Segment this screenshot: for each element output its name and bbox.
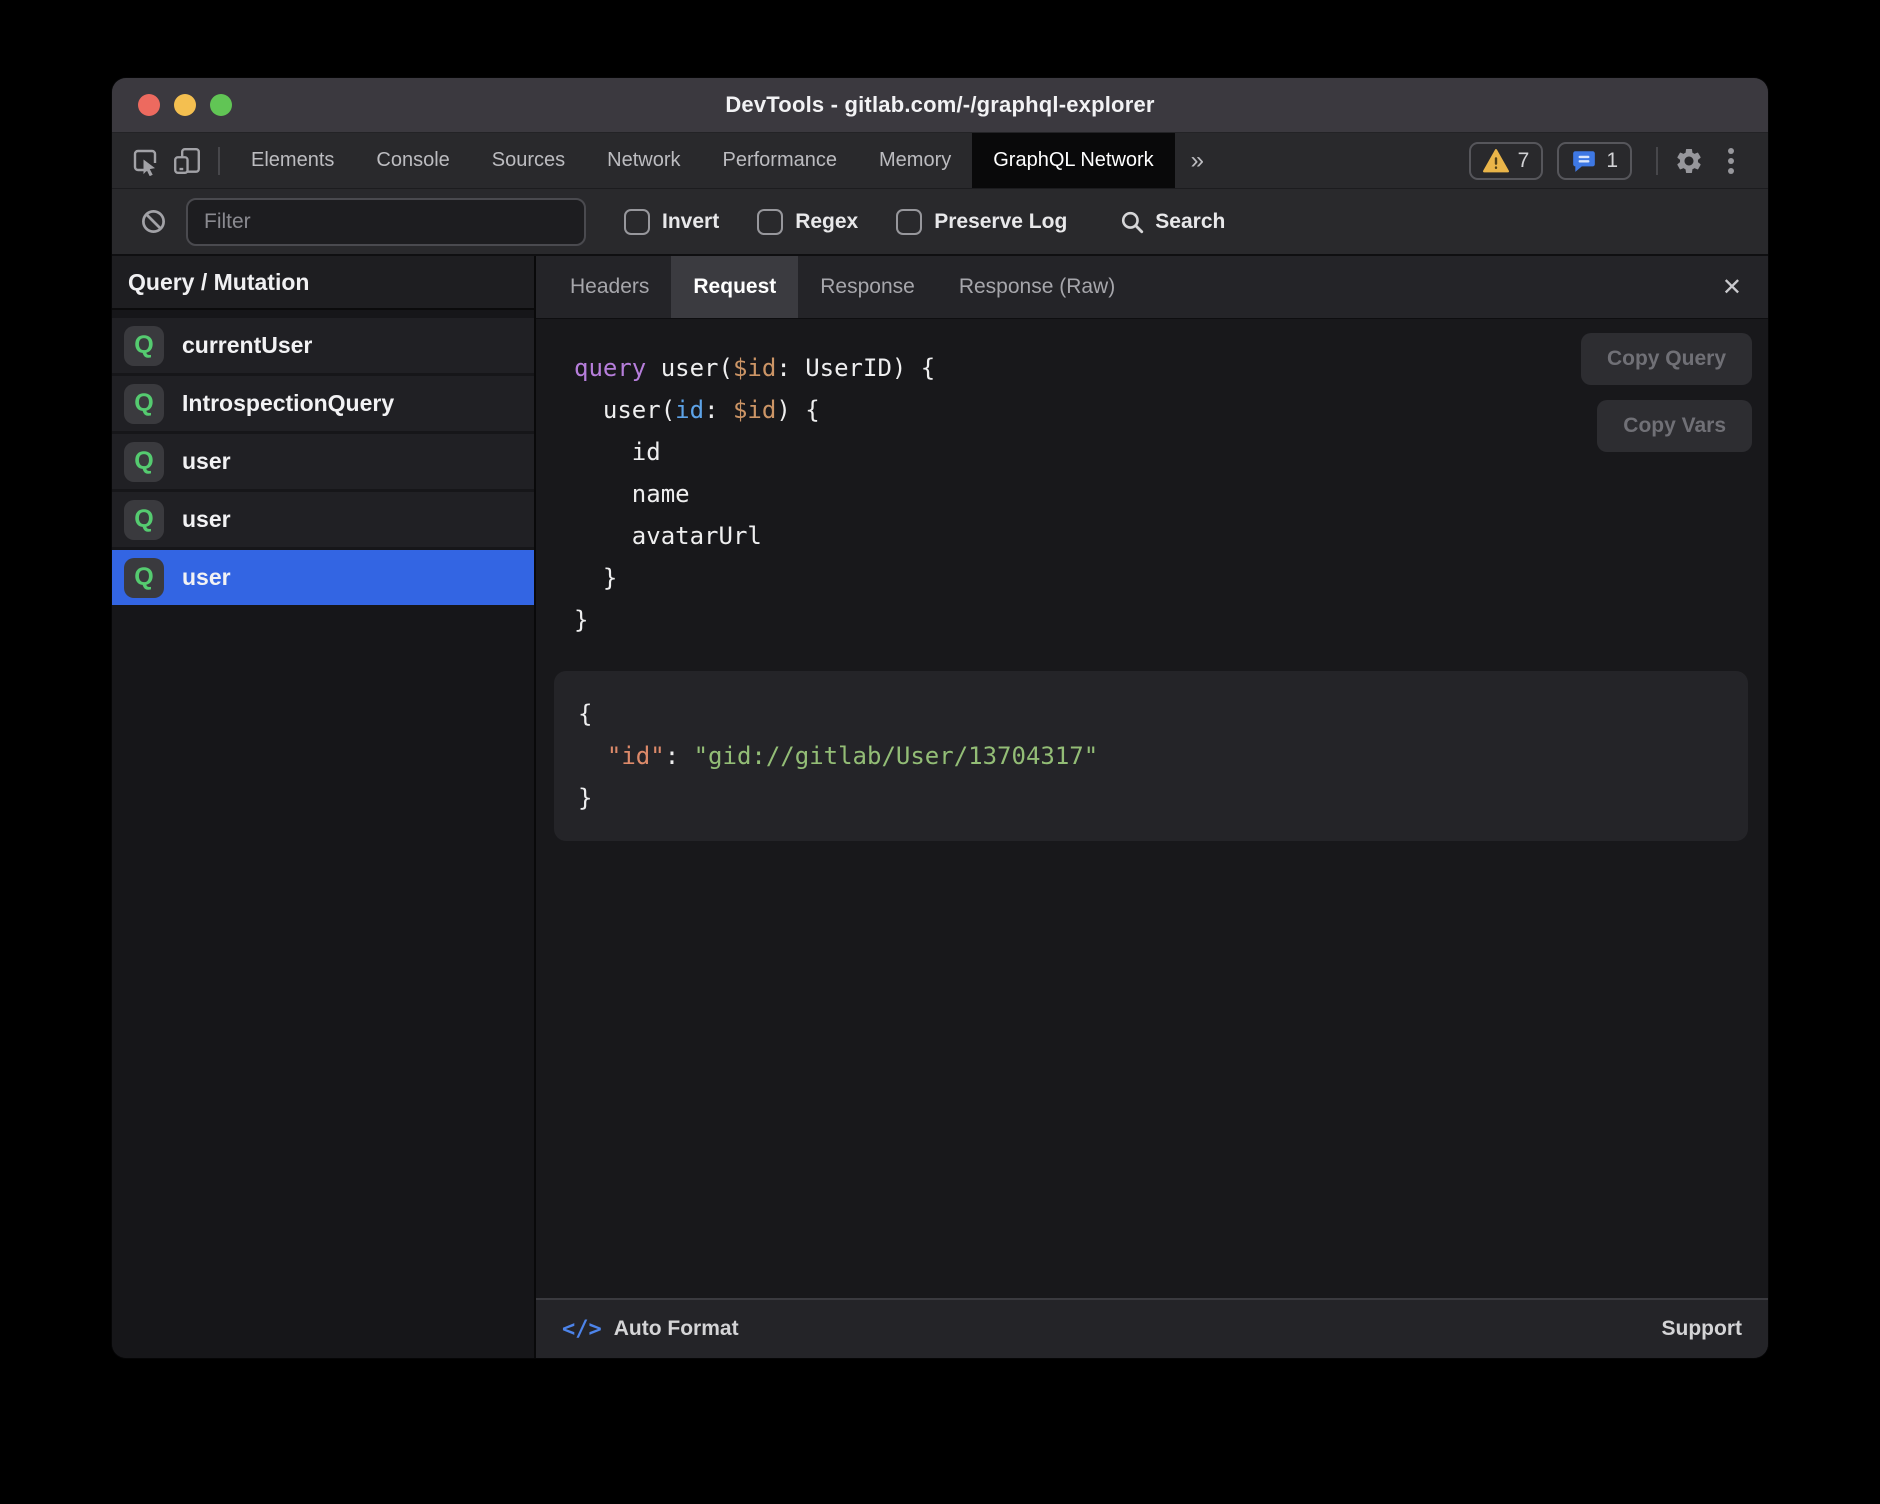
checkbox-invert[interactable]: Invert <box>624 209 719 235</box>
detail-tab-headers[interactable]: Headers <box>548 256 671 318</box>
gear-icon <box>1674 146 1704 176</box>
devtools-tabbar: ElementsConsoleSourcesNetworkPerformance… <box>112 133 1768 188</box>
query-name-label: user <box>182 448 231 475</box>
traffic-lights <box>138 78 232 132</box>
device-toolbar-icon <box>172 146 202 176</box>
query-list-item-currentuser[interactable]: Q currentUser <box>112 318 534 373</box>
close-panel-icon[interactable]: ✕ <box>1722 273 1742 302</box>
checkbox-box[interactable] <box>624 209 650 235</box>
detail-tabs: HeadersRequestResponseResponse (Raw) ✕ <box>536 256 1768 319</box>
checkbox-box[interactable] <box>757 209 783 235</box>
tab-elements[interactable]: Elements <box>230 133 355 188</box>
checkbox-preserve-log[interactable]: Preserve Log <box>896 209 1067 235</box>
code-line: { <box>578 693 1724 735</box>
auto-format-label: Auto Format <box>614 1317 739 1341</box>
inspect-element-icon[interactable] <box>124 140 166 182</box>
main-split: Query / Mutation Q currentUser Q Introsp… <box>112 256 1768 1358</box>
auto-format-button[interactable]: </> Auto Format <box>562 1317 739 1342</box>
issue-count: 1 <box>1606 149 1618 173</box>
inspect-element-icon <box>130 146 160 176</box>
checkbox-label: Invert <box>662 210 719 234</box>
checkbox-regex[interactable]: Regex <box>757 209 858 235</box>
filter-checkboxes: Invert Regex Preserve Log <box>586 209 1067 235</box>
code-line: } <box>574 599 1768 641</box>
sidebar-header: Query / Mutation <box>112 256 534 310</box>
titlebar: DevTools - gitlab.com/-/graphql-explorer <box>112 78 1768 133</box>
devtools-window: DevTools - gitlab.com/-/graphql-explorer <box>112 78 1768 1358</box>
filterbar: Invert Regex Preserve Log Search <box>112 188 1768 256</box>
tab-memory[interactable]: Memory <box>858 133 972 188</box>
warning-count: 7 <box>1518 149 1530 173</box>
message-bubble-icon <box>1571 148 1597 174</box>
query-list-item-introspectionquery[interactable]: Q IntrospectionQuery <box>112 376 534 431</box>
desktop-background: DevTools - gitlab.com/-/graphql-explorer <box>0 0 1880 1504</box>
query-type-badge: Q <box>124 558 164 598</box>
toolbar-divider <box>1656 147 1658 175</box>
block-icon <box>140 208 167 235</box>
search-label: Search <box>1155 210 1225 234</box>
code-line: name <box>574 473 1768 515</box>
detail-tab-request[interactable]: Request <box>671 256 798 318</box>
copy-query-button[interactable]: Copy Query <box>1581 333 1752 385</box>
more-tabs-button[interactable]: » <box>1175 147 1220 175</box>
tab-network[interactable]: Network <box>586 133 701 188</box>
detail-tab-response-raw[interactable]: Response (Raw) <box>937 256 1137 318</box>
zoom-window-button[interactable] <box>210 94 232 116</box>
window-title: DevTools - gitlab.com/-/graphql-explorer <box>725 92 1154 118</box>
support-link[interactable]: Support <box>1662 1317 1742 1341</box>
code-line: avatarUrl <box>574 515 1768 557</box>
request-detail-panel: HeadersRequestResponseResponse (Raw) ✕ Co… <box>536 256 1768 1358</box>
checkbox-label: Preserve Log <box>934 210 1067 234</box>
copy-buttons: Copy Query Copy Vars <box>1581 333 1752 452</box>
code-line: } <box>574 557 1768 599</box>
minimize-window-button[interactable] <box>174 94 196 116</box>
query-name-label: user <box>182 564 231 591</box>
clear-filter-icon[interactable] <box>132 201 174 243</box>
tab-console[interactable]: Console <box>355 133 470 188</box>
close-window-button[interactable] <box>138 94 160 116</box>
query-name-label: currentUser <box>182 332 312 359</box>
issues-badge[interactable]: 1 <box>1557 142 1632 180</box>
warning-icon <box>1483 149 1509 173</box>
query-type-badge: Q <box>124 326 164 366</box>
toolbar-divider <box>218 147 220 175</box>
tab-graphql-network[interactable]: GraphQL Network <box>972 133 1174 188</box>
filter-input[interactable] <box>186 198 586 246</box>
query-list: Q currentUser Q IntrospectionQuery Q use… <box>112 310 534 608</box>
code-line: } <box>578 777 1724 819</box>
copy-vars-button[interactable]: Copy Vars <box>1597 400 1752 452</box>
code-format-icon: </> <box>562 1317 602 1342</box>
request-content: Copy Query Copy Vars query user($id: Use… <box>536 319 1768 1298</box>
query-type-badge: Q <box>124 500 164 540</box>
checkbox-box[interactable] <box>896 209 922 235</box>
query-list-item-user[interactable]: Q user <box>112 492 534 547</box>
kebab-menu-icon[interactable] <box>1710 140 1752 182</box>
query-list-item-user[interactable]: Q user <box>112 434 534 489</box>
device-toolbar-icon[interactable] <box>166 140 208 182</box>
warnings-badge[interactable]: 7 <box>1469 142 1544 180</box>
query-type-badge: Q <box>124 442 164 482</box>
tab-sources[interactable]: Sources <box>471 133 586 188</box>
query-name-label: user <box>182 506 231 533</box>
tab-performance[interactable]: Performance <box>702 133 859 188</box>
query-variables-box: { "id": "gid://gitlab/User/13704317"} <box>554 671 1748 841</box>
code-line: "id": "gid://gitlab/User/13704317" <box>578 735 1724 777</box>
settings-gear-icon[interactable] <box>1668 140 1710 182</box>
checkbox-label: Regex <box>795 210 858 234</box>
devtools-tabs: ElementsConsoleSourcesNetworkPerformance… <box>230 133 1175 188</box>
detail-tab-response[interactable]: Response <box>798 256 937 318</box>
query-type-badge: Q <box>124 384 164 424</box>
kebab-menu-icon <box>1728 148 1734 174</box>
search-button[interactable]: Search <box>1119 209 1225 235</box>
panel-footer: </> Auto Format Support <box>536 1298 1768 1358</box>
query-name-label: IntrospectionQuery <box>182 390 394 417</box>
query-list-item-user[interactable]: Q user <box>112 550 534 605</box>
query-list-sidebar: Query / Mutation Q currentUser Q Introsp… <box>112 256 536 1358</box>
search-icon <box>1119 209 1145 235</box>
